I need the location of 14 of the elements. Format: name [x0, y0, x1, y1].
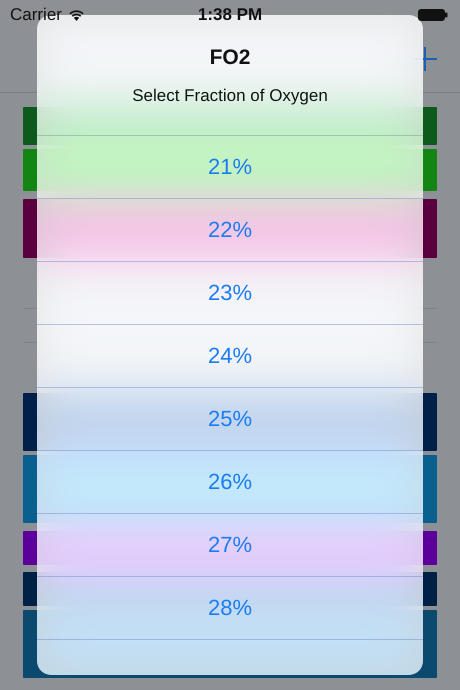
status-time: 1:38 PM	[198, 5, 262, 25]
carrier-name: Carrier	[10, 5, 62, 25]
option-button[interactable]: 23%	[37, 262, 423, 325]
option-button[interactable]: 28%	[37, 577, 423, 640]
sheet-title: FO2	[210, 46, 250, 70]
option-button[interactable]: 25%	[37, 388, 423, 451]
option-button[interactable]: 26%	[37, 451, 423, 514]
battery-icon	[418, 9, 448, 21]
option-button[interactable]: 21%	[37, 136, 423, 199]
wifi-icon	[68, 9, 85, 21]
option-button[interactable]: 27%	[37, 514, 423, 577]
sheet-subtitle: Select Fraction of Oxygen	[132, 86, 328, 106]
option-button[interactable]: 22%	[37, 199, 423, 262]
option-button[interactable]: 24%	[37, 325, 423, 388]
